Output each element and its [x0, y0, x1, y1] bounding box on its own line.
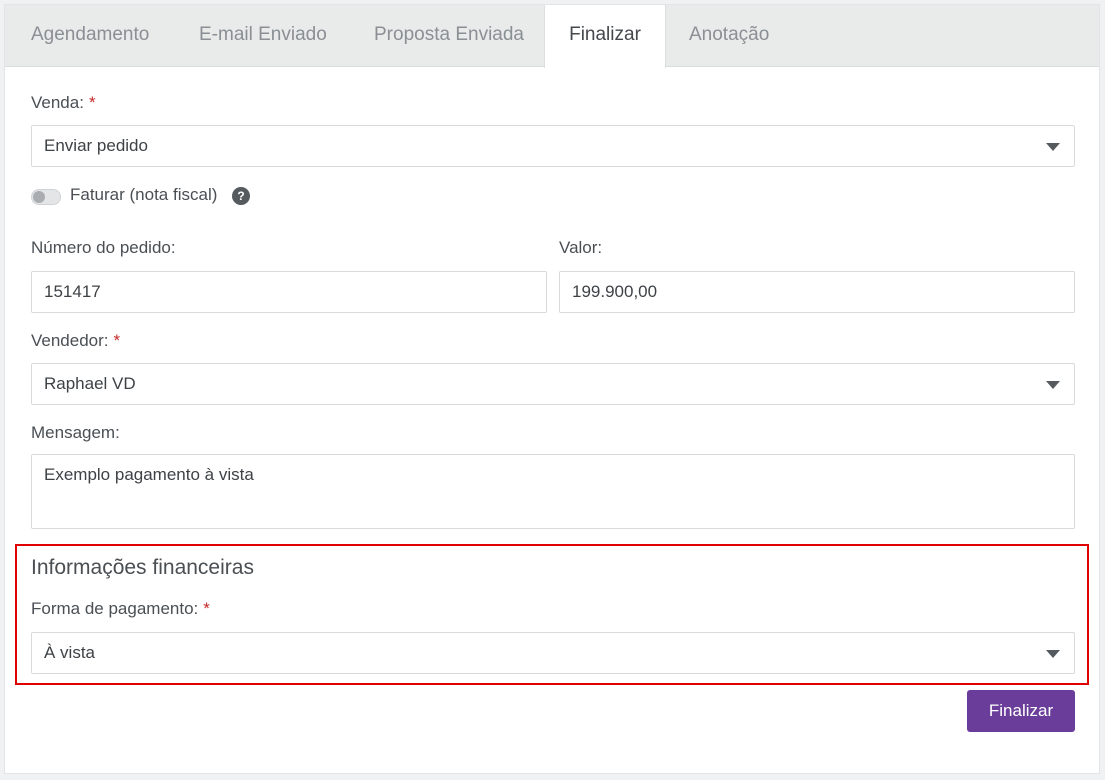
help-icon[interactable]: ?	[232, 187, 250, 205]
venda-label-text: Venda:	[31, 93, 84, 112]
toggle-knob	[33, 191, 45, 203]
tab-agendamento[interactable]: Agendamento	[31, 5, 149, 67]
tab-email-enviado[interactable]: E-mail Enviado	[199, 5, 327, 67]
vendedor-label: Vendedor: *	[31, 331, 120, 351]
tab-proposta-enviada[interactable]: Proposta Enviada	[374, 5, 524, 67]
numero-pedido-input[interactable]: 151417	[31, 271, 547, 313]
tab-bar: Agendamento E-mail Enviado Proposta Envi…	[5, 5, 1099, 68]
chevron-down-icon	[1046, 381, 1060, 389]
tab-finalizar[interactable]: Finalizar	[544, 5, 666, 68]
numero-pedido-label: Número do pedido:	[31, 238, 176, 257]
forma-pagamento-label: Forma de pagamento: *	[31, 599, 210, 619]
faturar-label: Faturar (nota fiscal)	[70, 185, 218, 204]
tab-anotacao[interactable]: Anotação	[689, 5, 769, 67]
faturar-toggle[interactable]	[31, 189, 61, 205]
forma-pagamento-label-text: Forma de pagamento:	[31, 599, 199, 618]
mensagem-textarea[interactable]: Exemplo pagamento à vista	[31, 454, 1075, 529]
finalize-card: Agendamento E-mail Enviado Proposta Envi…	[4, 4, 1100, 774]
valor-label: Valor:	[559, 238, 603, 257]
mensagem-label: Mensagem:	[31, 423, 120, 442]
forma-pagamento-required-mark: *	[203, 599, 210, 618]
chevron-down-icon	[1046, 650, 1060, 658]
forma-pagamento-select[interactable]: À vista	[31, 632, 1075, 674]
vendedor-required-mark: *	[113, 331, 121, 350]
vendedor-select[interactable]: Raphael VD	[31, 363, 1075, 405]
chevron-down-icon	[1046, 143, 1060, 151]
venda-select[interactable]: Enviar pedido	[31, 125, 1075, 167]
vendedor-select-value: Raphael VD	[44, 374, 136, 393]
financial-info-title: Informações financeiras	[31, 556, 254, 579]
venda-required-mark: *	[88, 93, 96, 112]
vendedor-label-text: Vendedor:	[31, 331, 109, 350]
venda-select-value: Enviar pedido	[44, 136, 148, 155]
finalizar-button[interactable]: Finalizar	[967, 690, 1075, 732]
forma-pagamento-select-value: À vista	[44, 643, 96, 662]
venda-label: Venda: *	[31, 93, 96, 113]
valor-input[interactable]: 199.900,00	[559, 271, 1075, 313]
